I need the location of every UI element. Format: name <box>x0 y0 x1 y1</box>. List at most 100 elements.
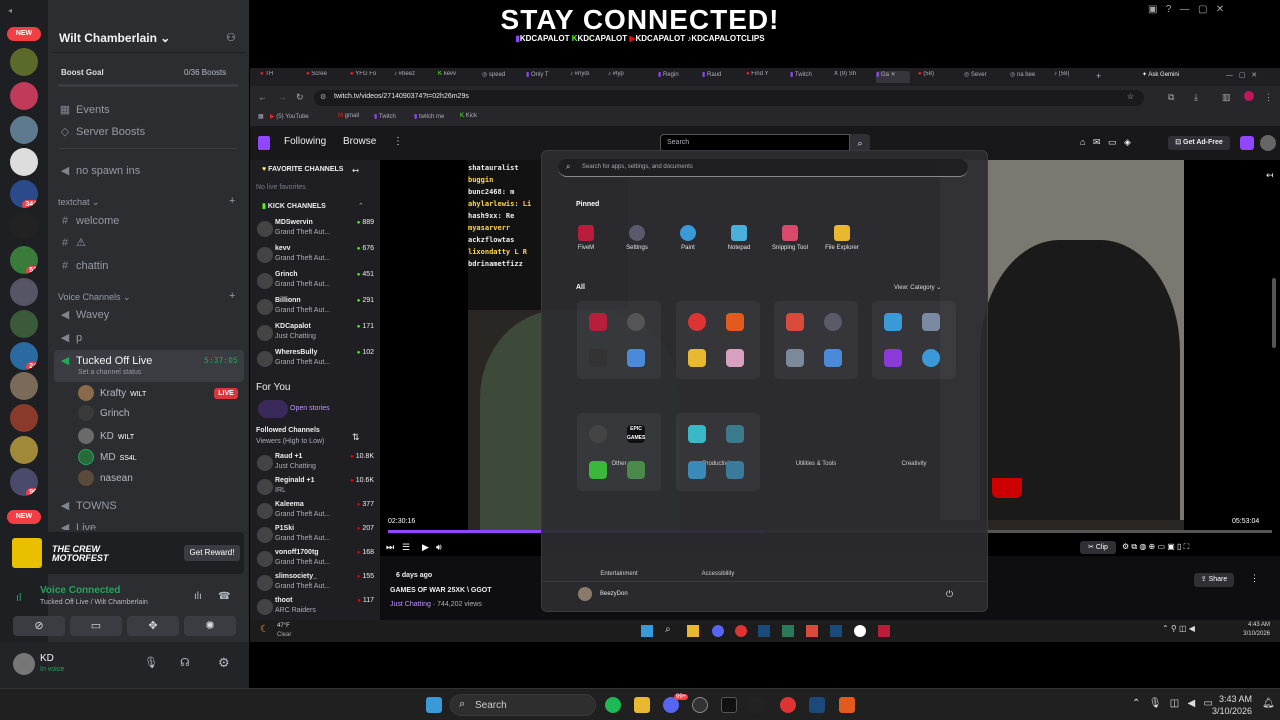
category-utilities[interactable] <box>774 301 858 379</box>
server-boosts-item[interactable]: ◇ Server Boosts <box>58 122 145 142</box>
browser-tab-active[interactable]: ▮ Ga ✕ <box>876 71 910 83</box>
voice-channel-wavey[interactable]: ◀ Wavey <box>58 305 109 325</box>
start-user-name[interactable]: BeezyDon <box>600 591 628 597</box>
list-icon[interactable]: ☰ <box>402 542 410 553</box>
more-icon[interactable]: ⋮ <box>393 136 403 147</box>
browser-tab[interactable]: ♪ #beez <box>394 71 434 83</box>
server-icon[interactable]: 96 <box>10 468 38 496</box>
events-item[interactable]: ▦ Events <box>58 100 110 120</box>
server-icon[interactable] <box>10 278 38 306</box>
avatar[interactable] <box>1260 135 1276 151</box>
volume-icon[interactable]: 🔊︎ <box>436 542 442 553</box>
chevron-up-icon[interactable]: ⌃ <box>358 202 364 210</box>
skip-icon[interactable]: ⏭ <box>386 542 394 553</box>
downloads-icon[interactable]: ⤓ <box>1194 92 1198 103</box>
app-icon[interactable] <box>750 697 766 713</box>
browser-tab[interactable]: ● TH <box>260 71 300 83</box>
browser-window-controls[interactable]: — ▢ ✕ <box>1226 71 1280 83</box>
get-reward-button[interactable]: Get Reward! <box>184 545 240 561</box>
browser-tab[interactable]: ● YFG Fo <box>350 71 390 83</box>
browser-tab[interactable]: ● (58) <box>918 71 952 83</box>
brave-icon[interactable] <box>839 697 855 713</box>
browser-tab[interactable]: ◎ speed <box>482 71 522 83</box>
server-icon[interactable] <box>10 116 38 144</box>
server-icon[interactable] <box>10 436 38 464</box>
camera-off-button[interactable]: ⊘ <box>13 616 65 636</box>
vc-user[interactable]: nasean <box>78 469 133 489</box>
kick-channel-item[interactable]: WheresBully Grand Theft Aut... 102 <box>254 347 374 373</box>
category-accessibility[interactable] <box>676 413 760 491</box>
window-controls[interactable]: ▣ ? — ▢ ✕ <box>1148 4 1224 15</box>
tray-icons[interactable]: ⌃ ⚲ ◫ ◀︎ <box>1162 624 1195 633</box>
guild-header[interactable]: Wilt Chamberlain ⌄ <box>48 26 249 50</box>
headphones-icon[interactable]: ☊ <box>180 656 190 669</box>
apps-grid-icon[interactable]: ▦ <box>258 113 264 120</box>
taskbar-time[interactable]: 3:43 AM <box>1212 694 1252 704</box>
screenshare-button[interactable]: ▭ <box>70 616 122 636</box>
app-paint[interactable]: Paint <box>663 225 713 251</box>
username[interactable]: KD <box>40 653 54 664</box>
add-member-icon[interactable]: ⚇ <box>226 31 236 44</box>
back-icon[interactable]: ← <box>258 92 267 102</box>
followed-channel-item[interactable]: Kaleema Grand Theft Aut... 377 <box>254 499 374 525</box>
collapse-icon[interactable]: ↤ <box>352 166 359 175</box>
kick-channel-item[interactable]: kevv Grand Theft Aut... 676 <box>254 243 374 269</box>
steam-icon[interactable] <box>758 625 770 637</box>
settings-gear-icon[interactable]: ⚙ <box>218 655 230 671</box>
followed-channel-item[interactable]: slimsociety_ Grand Theft Aut... 155 <box>254 571 374 597</box>
get-ad-free-button[interactable]: ⊡ Get Ad-Free <box>1168 136 1230 150</box>
bookmark[interactable]: ▶ (5) YouTube <box>270 113 309 120</box>
vc-user[interactable]: KD WILT <box>78 427 134 447</box>
browser-tab[interactable]: ♪ (58) <box>1054 71 1088 83</box>
browser-tab[interactable]: ♪ #nydi <box>570 71 604 83</box>
server-icon[interactable] <box>10 404 38 432</box>
browser-tab[interactable]: ● Scree <box>306 71 346 83</box>
windows-start-icon[interactable] <box>641 625 653 637</box>
channel-warning[interactable]: # ⚠ <box>58 233 86 253</box>
vc-user[interactable]: MD SS4L <box>78 448 137 468</box>
activities-button[interactable]: ✥ <box>127 616 179 636</box>
browser-tab[interactable]: ▮ Raud <box>702 71 736 83</box>
app-fivem[interactable]: FiveM <box>561 225 611 251</box>
browser-tab[interactable]: ◎ Sever <box>964 71 998 83</box>
app-icon[interactable] <box>782 625 794 637</box>
disconnect-icon[interactable]: ☎ <box>218 591 230 602</box>
steam-icon[interactable] <box>809 697 825 713</box>
sidebar-icon[interactable]: ▥ <box>1222 92 1231 103</box>
chrome-icon[interactable] <box>735 625 747 637</box>
sort-icon[interactable]: ⇅ <box>352 432 360 443</box>
voice-connected-title[interactable]: Voice Connected <box>40 585 120 596</box>
boost-goal-value[interactable]: 0/36 Boosts <box>184 68 226 77</box>
server-icon[interactable] <box>10 372 38 400</box>
scrollbar[interactable] <box>1272 278 1276 348</box>
channel-chattin[interactable]: # chattin <box>58 256 108 276</box>
app-icon[interactable] <box>854 625 866 637</box>
tray-icons[interactable]: ⌃ 🎙︎ ◫ ◀︎ ▭ <box>1132 698 1213 709</box>
add-channel-icon[interactable]: + <box>229 195 235 207</box>
microphone-icon[interactable]: 🎙︎ <box>144 656 158 669</box>
stories-avatars[interactable] <box>258 400 288 418</box>
browser-tab[interactable]: K kevv <box>438 71 478 83</box>
back-arrow-icon[interactable]: ◂ <box>8 6 16 15</box>
browser-tab[interactable]: ◎ na bee <box>1010 71 1044 83</box>
chrome-icon[interactable] <box>780 697 796 713</box>
ask-gemini-button[interactable]: ✦ Ask Gemini <box>1142 71 1202 83</box>
search-icon[interactable]: ⌕ <box>665 624 671 635</box>
channel-welcome[interactable]: # welcome <box>58 211 119 231</box>
bookmark[interactable]: K Kick <box>460 113 477 119</box>
browser-tab[interactable]: ▮ Regin <box>658 71 692 83</box>
add-channel-icon[interactable]: + <box>229 290 235 302</box>
app-file-explorer[interactable]: File Explorer <box>817 225 867 251</box>
server-icon[interactable] <box>10 82 38 110</box>
browser-tab[interactable]: ● Find Y <box>746 71 780 83</box>
extensions-icon[interactable]: ⧉ <box>1168 92 1174 103</box>
fivem-icon[interactable] <box>878 625 890 637</box>
app-snipping-tool[interactable]: Snipping Tool <box>765 225 815 251</box>
open-stories-link[interactable]: Open stories <box>290 405 330 412</box>
prime-icon[interactable] <box>1240 136 1254 150</box>
new-tab-button[interactable]: + <box>1096 71 1108 83</box>
followed-channel-item[interactable]: Reginald +1 IRL 10.6K <box>254 475 374 501</box>
profile-avatar[interactable] <box>1244 91 1254 101</box>
server-icon[interactable]: 24 <box>10 342 38 370</box>
promo-banner[interactable]: THE CREW MOTORFEST Get Reward! <box>4 532 244 574</box>
